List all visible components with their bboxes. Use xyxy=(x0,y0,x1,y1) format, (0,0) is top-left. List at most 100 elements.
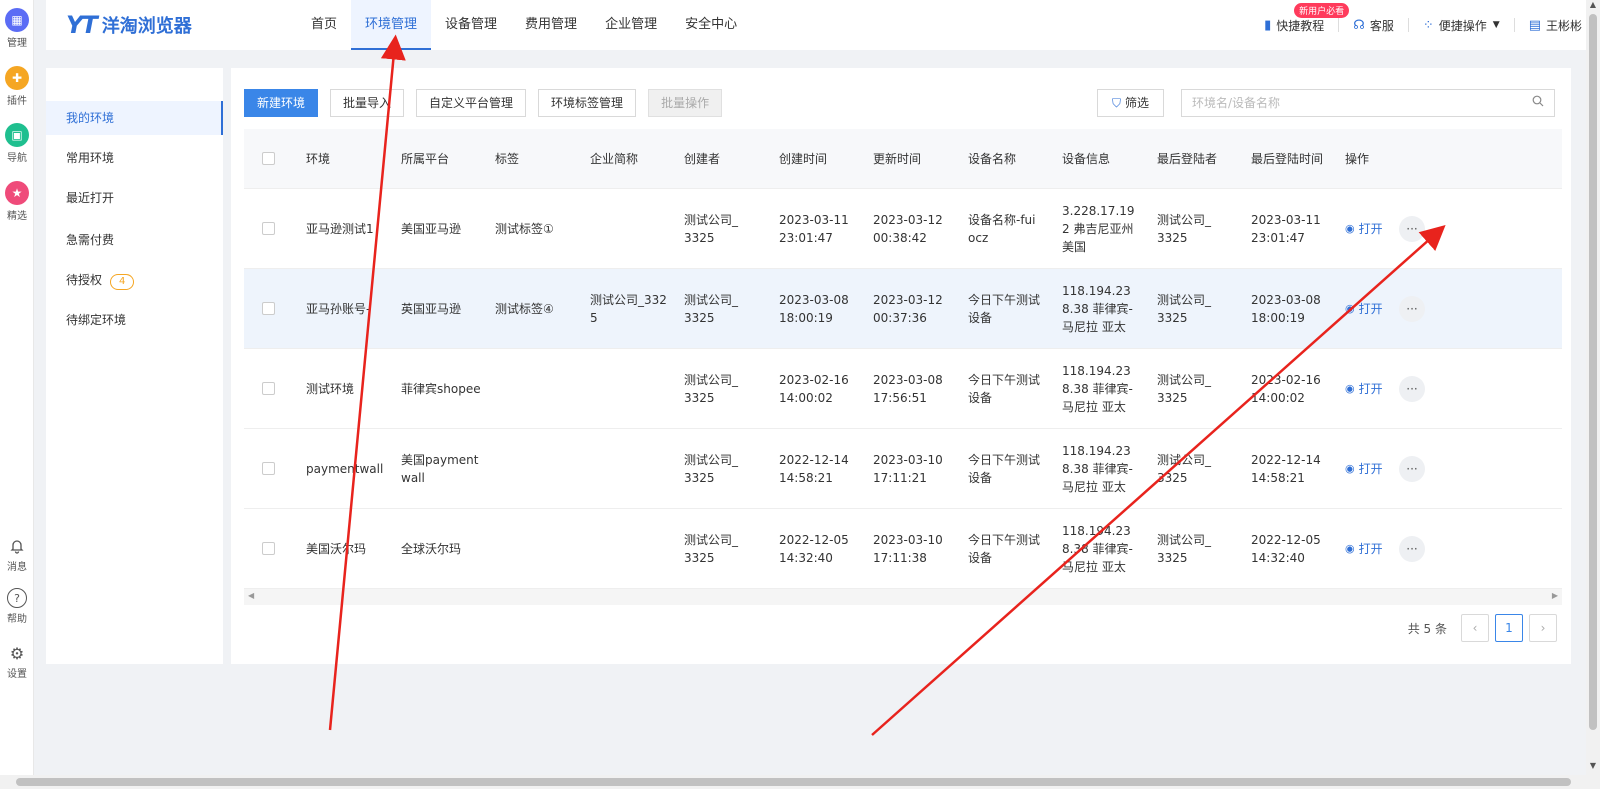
nav-billing[interactable]: 费用管理 xyxy=(511,0,591,50)
next-page-button[interactable]: › xyxy=(1529,614,1557,642)
row-checkbox[interactable] xyxy=(262,349,275,428)
cell-created: 2022-12-05 14:32:40 xyxy=(779,532,849,565)
tag-manage-button[interactable]: 环境标签管理 xyxy=(538,89,637,117)
open-button[interactable]: ◉ 打开 xyxy=(1345,540,1383,558)
plugin-icon: ✚ xyxy=(5,66,29,90)
cell-updated: 2023-03-10 17:11:21 xyxy=(873,452,943,485)
scroll-up-icon[interactable]: ▲ xyxy=(1586,0,1600,14)
vscroll-thumb[interactable] xyxy=(1589,14,1597,730)
main-nav: 首页 环境管理 设备管理 费用管理 企业管理 安全中心 xyxy=(297,0,751,50)
cell-device-info: 3.228.17.192 弗吉尼亚州 美国 xyxy=(1062,203,1135,254)
col-platform: 所属平台 xyxy=(401,151,450,166)
row-checkbox[interactable] xyxy=(262,509,275,588)
cell-last-login: 2023-02-16 14:00:02 xyxy=(1251,372,1321,405)
table-row[interactable]: 测试环境 菲律宾shopee 测试公司_3325 2023-02-16 14:00:0… xyxy=(244,349,1562,429)
cell-env: 亚马逊测试1 xyxy=(306,221,374,236)
service-link[interactable]: ☊ 客服 xyxy=(1339,17,1408,34)
rail-item-nav[interactable]: ▣ 导航 xyxy=(0,123,34,164)
nav-env-manage[interactable]: 环境管理 xyxy=(351,0,432,50)
cell-creator: 测试公司_3325 xyxy=(684,292,739,325)
col-created: 创建时间 xyxy=(779,151,828,166)
col-creator: 创建者 xyxy=(684,151,721,166)
col-last-user: 最后登陆者 xyxy=(1157,151,1218,166)
row-checkbox[interactable] xyxy=(262,189,275,268)
row-checkbox[interactable] xyxy=(262,429,275,508)
cell-updated: 2023-03-12 00:37:36 xyxy=(873,292,943,325)
new-env-button[interactable]: 新建环境 xyxy=(244,89,319,117)
cell-device: 今日下午测试设备 xyxy=(968,372,1041,405)
batch-ops-button[interactable]: 批量操作 xyxy=(648,89,723,117)
hscroll-thumb[interactable] xyxy=(16,778,1571,786)
scroll-right-icon[interactable]: ▶ xyxy=(1552,591,1558,600)
quick-ops-dropdown[interactable]: ⁘ 便捷操作 ▼ xyxy=(1409,17,1514,34)
sidebar-item-recent[interactable]: 最近打开 xyxy=(46,181,223,215)
open-button[interactable]: ◉ 打开 xyxy=(1345,300,1383,318)
nav-device-manage[interactable]: 设备管理 xyxy=(431,0,511,50)
cell-actions: ◉ 打开 xyxy=(1345,429,1383,508)
cell-tag xyxy=(495,509,575,588)
scroll-left-icon[interactable]: ◀ xyxy=(248,591,254,600)
rail-item-manage[interactable]: ▦ 管理 xyxy=(0,8,34,49)
cell-device-info: 118.194.238.38 菲律宾-马尼拉 亚太 xyxy=(1062,443,1133,494)
rail-item-settings[interactable]: ⚙ 设置 xyxy=(0,643,34,681)
nav-home[interactable]: 首页 xyxy=(297,0,351,50)
sidebar-item-unbound[interactable]: 待绑定环境 xyxy=(46,303,223,337)
featured-icon: ★ xyxy=(5,181,29,205)
page-hscroll[interactable] xyxy=(0,775,1600,789)
tutorial-link[interactable]: ▮ 快捷教程 新用户必看 xyxy=(1250,2,1350,34)
table-hscroll[interactable]: ◀ ▶ xyxy=(244,589,1562,605)
table-row[interactable]: paymentwall 美国paymentwall 测试公司_3325 2022-12… xyxy=(244,429,1562,509)
pagination: 共 5 条 ‹ 1 › xyxy=(1408,614,1557,642)
table-body: 亚马逊测试1 美国亚马逊 测试标签① 测试公司_3325 2023-03-11 23:0… xyxy=(244,189,1562,589)
cell-tag: 测试标签① xyxy=(495,221,554,236)
search-icon[interactable] xyxy=(1532,95,1544,110)
page-vscroll[interactable]: ▲ ▼ xyxy=(1586,0,1600,775)
search-input[interactable] xyxy=(1182,90,1512,116)
page-button[interactable]: 1 xyxy=(1495,614,1523,642)
rail-item-help[interactable]: ? 帮助 xyxy=(0,588,34,625)
select-all-checkbox[interactable] xyxy=(262,129,275,188)
rail-item-featured[interactable]: ★ 精选 xyxy=(0,181,34,222)
cell-device-info: 118.194.238.38 菲律宾-马尼拉 亚太 xyxy=(1062,363,1133,414)
nav-security[interactable]: 安全中心 xyxy=(671,0,751,50)
more-actions-button[interactable]: ··· xyxy=(1399,455,1425,482)
logo-mark: YT xyxy=(66,11,98,39)
logo[interactable]: YT 洋淘浏览器 xyxy=(66,11,192,39)
table-row[interactable]: 亚马孙账号- 英国亚马逊 测试标签④ 测试公司_3325 测试公司_3325 2023-0… xyxy=(244,269,1562,349)
open-label: 打开 xyxy=(1358,221,1383,236)
nav-enterprise[interactable]: 企业管理 xyxy=(591,0,671,50)
open-label: 打开 xyxy=(1358,381,1383,396)
open-button[interactable]: ◉ 打开 xyxy=(1345,220,1383,238)
more-cell: ··· xyxy=(1399,349,1425,428)
open-button[interactable]: ◉ 打开 xyxy=(1345,460,1383,478)
sidebar-item-pending-auth[interactable]: 待授权 4 xyxy=(46,263,223,297)
table-row[interactable]: 亚马逊测试1 美国亚马逊 测试标签① 测试公司_3325 2023-03-11 23:0… xyxy=(244,189,1562,269)
rail-item-messages[interactable]: 消息 xyxy=(0,536,34,573)
more-actions-button[interactable]: ··· xyxy=(1399,375,1425,402)
sidebar-item-payment-due[interactable]: 急需付费 xyxy=(46,223,223,257)
cell-device: 今日下午测试设备 xyxy=(968,452,1041,485)
cell-created: 2023-03-08 18:00:19 xyxy=(779,292,849,325)
more-actions-button[interactable]: ··· xyxy=(1399,215,1425,242)
row-checkbox[interactable] xyxy=(262,269,275,348)
cell-last-user: 测试公司_3325 xyxy=(1157,212,1212,245)
batch-import-button[interactable]: 批量导入 xyxy=(330,89,405,117)
more-cell: ··· xyxy=(1399,429,1425,508)
sidebar-item-common-env[interactable]: 常用环境 xyxy=(46,141,223,175)
sidebar-item-my-env[interactable]: 我的环境 xyxy=(46,101,223,135)
open-label: 打开 xyxy=(1358,541,1383,556)
main-panel: 新建环境 批量导入 自定义平台管理 环境标签管理 批量操作 ⛉筛选 环境 所属平… xyxy=(231,68,1571,664)
more-actions-button[interactable]: ··· xyxy=(1399,535,1425,562)
prev-page-button[interactable]: ‹ xyxy=(1461,614,1489,642)
user-menu[interactable]: ▤ 王彬彬 xyxy=(1515,17,1586,34)
col-env: 环境 xyxy=(306,151,331,166)
table-row[interactable]: 美国沃尔玛 全球沃尔玛 测试公司_3325 2022-12-05 14:32:40 20… xyxy=(244,509,1562,589)
open-button[interactable]: ◉ 打开 xyxy=(1345,380,1383,398)
scroll-down-icon[interactable]: ▼ xyxy=(1586,761,1600,775)
rail-item-plugin[interactable]: ✚ 插件 xyxy=(0,66,34,107)
left-rail: ▦ 管理 ✚ 插件 ▣ 导航 ★ 精选 消息 ? 帮助 ⚙ 设置 xyxy=(0,0,34,775)
more-actions-button[interactable]: ··· xyxy=(1399,295,1425,322)
custom-platform-button[interactable]: 自定义平台管理 xyxy=(416,89,527,117)
more-cell: ··· xyxy=(1399,269,1425,348)
filter-button[interactable]: ⛉ 筛选 xyxy=(1097,89,1165,117)
